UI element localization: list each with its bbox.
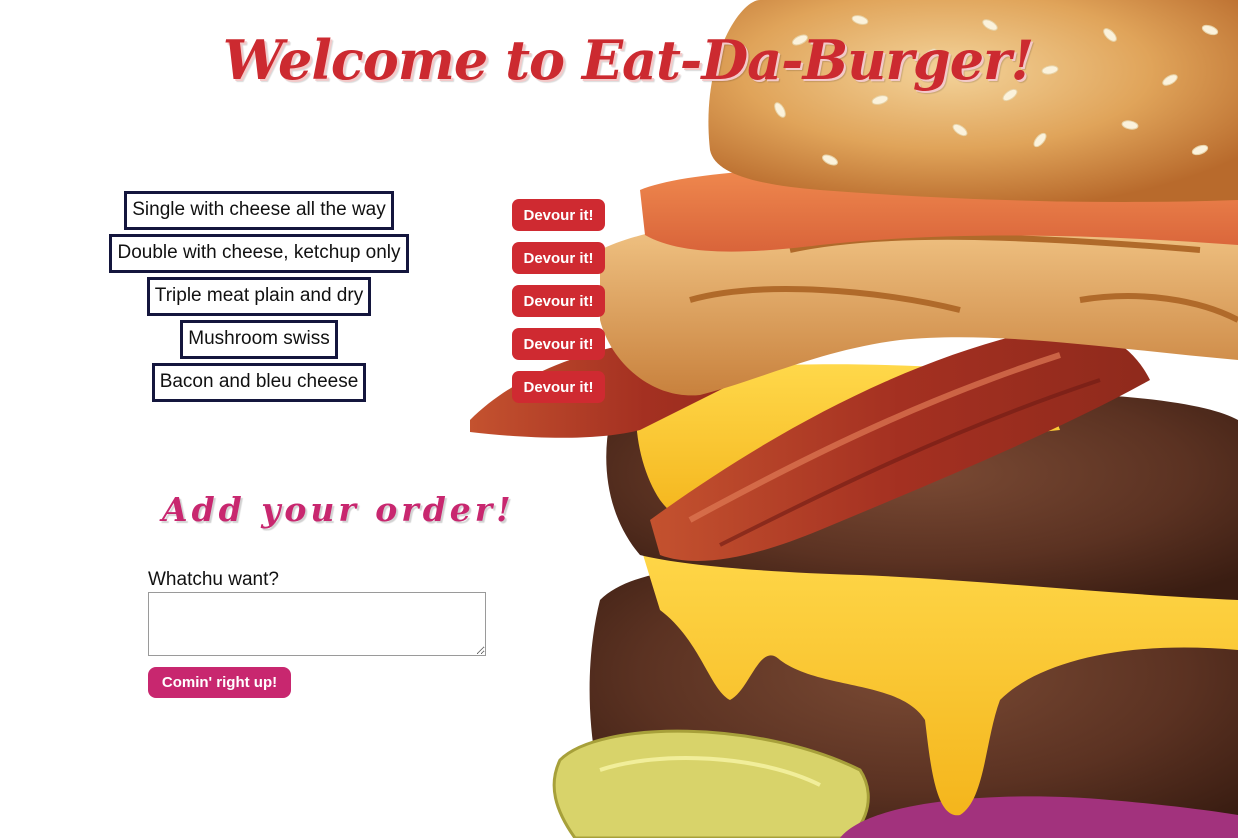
- burger-name: Mushroom swiss: [180, 319, 338, 359]
- devour-button[interactable]: Devour it!: [512, 371, 605, 403]
- order-label: Whatchu want?: [148, 569, 279, 590]
- order-input[interactable]: [148, 592, 486, 656]
- page-title: Welcome to Eat-Da-Burger!: [222, 28, 1034, 92]
- burger-item: Double with cheese, ketchup only: [0, 233, 518, 273]
- burger-item: Triple meat plain and dry: [0, 276, 518, 316]
- burger-name: Bacon and bleu cheese: [151, 362, 367, 402]
- burger-name: Triple meat plain and dry: [146, 276, 372, 316]
- submit-order-button[interactable]: Comin' right up!: [148, 667, 291, 698]
- devour-button[interactable]: Devour it!: [512, 199, 605, 231]
- burger-item: Bacon and bleu cheese: [0, 362, 518, 402]
- burger-item: Mushroom swiss: [0, 319, 518, 359]
- page: Welcome to Eat-Da-Burger! Single with ch…: [0, 0, 1238, 838]
- burger-name: Double with cheese, ketchup only: [109, 233, 409, 273]
- devour-button[interactable]: Devour it!: [512, 242, 605, 274]
- order-heading: Add your order!: [162, 490, 515, 529]
- burger-photo: [470, 0, 1238, 838]
- devour-button[interactable]: Devour it!: [512, 285, 605, 317]
- devour-button[interactable]: Devour it!: [512, 328, 605, 360]
- burger-name: Single with cheese all the way: [124, 190, 394, 230]
- burger-item: Single with cheese all the way: [0, 190, 518, 230]
